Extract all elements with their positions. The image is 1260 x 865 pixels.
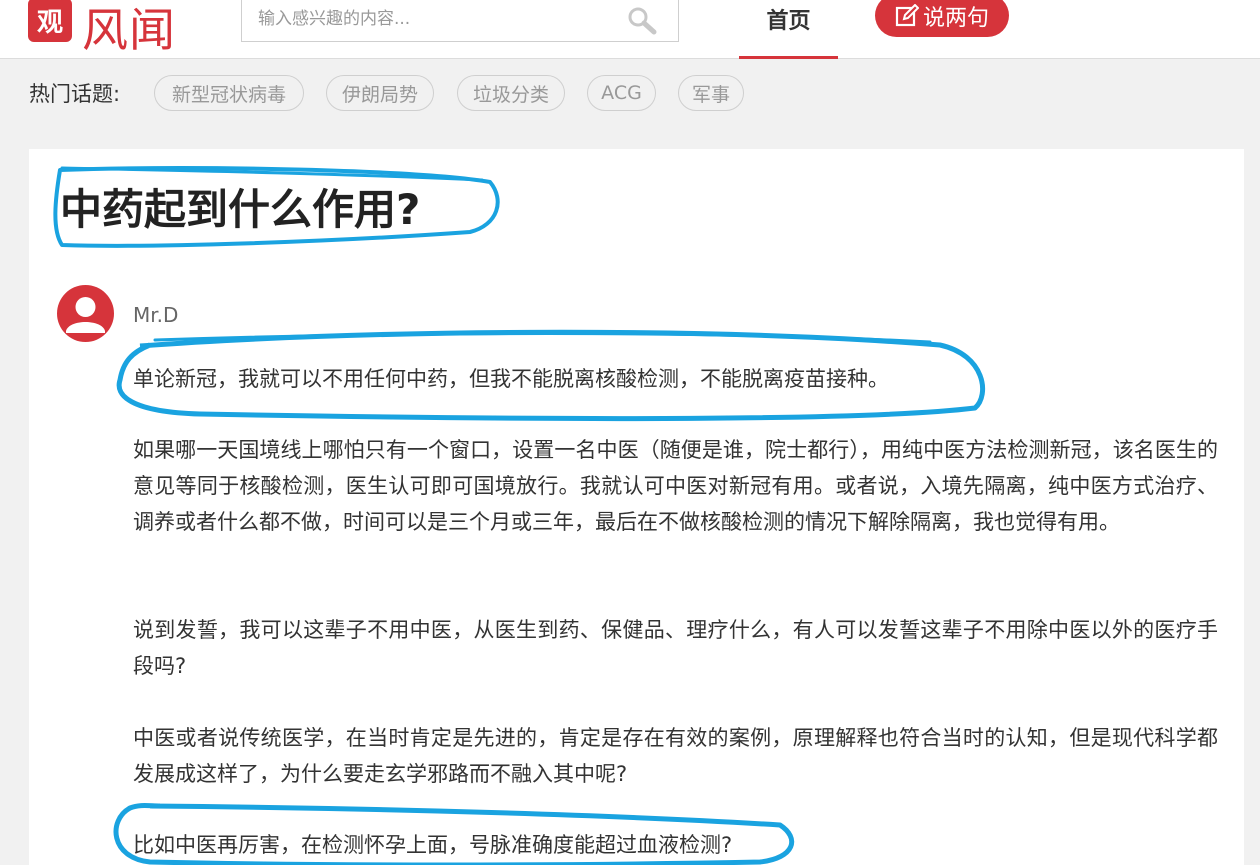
article-title: 中药起到什么作用?: [60, 185, 421, 234]
post-button-label: 说两句: [922, 5, 989, 31]
site-logo-icon[interactable]: 观: [28, 0, 72, 42]
search-icon[interactable]: [626, 5, 658, 35]
topic-tag[interactable]: 军事: [678, 75, 744, 111]
site-name[interactable]: 风闻: [82, 0, 176, 60]
article-paragraph: 单论新冠，我就可以不用任何中药，但我不能脱离核酸检测，不能脱离疫苗接种。: [133, 367, 889, 391]
topic-tag[interactable]: 新型冠状病毒: [154, 75, 304, 111]
hot-topics-label: 热门话题:: [29, 82, 121, 106]
search-input[interactable]: [242, 0, 622, 41]
article-paragraph: 中医或者说传统医学，在当时肯定是先进的，肯定是存在有效的案例，原理解释也符合当时…: [133, 726, 1218, 786]
article-paragraph: 如果哪一天国境线上哪怕只有一个窗口，设置一名中医（随便是谁，院士都行），用纯中医…: [133, 438, 1218, 534]
topic-tag[interactable]: ACG: [587, 75, 656, 111]
author-name[interactable]: Mr.D: [133, 303, 178, 327]
search-box: [241, 0, 679, 42]
top-header: 观 风闻 首页 说两句: [0, 0, 1260, 59]
article-paragraph: 比如中医再厉害，在检测怀孕上面，号脉准确度能超过血液检测?: [133, 833, 733, 857]
nav-home-tab[interactable]: 首页: [739, 0, 838, 59]
article-paragraph: 说到发誓，我可以这辈子不用中医，从医生到药、保健品、理疗什么，有人可以发誓这辈子…: [133, 618, 1218, 678]
topic-tag[interactable]: 伊朗局势: [326, 75, 434, 111]
topic-tag[interactable]: 垃圾分类: [457, 75, 565, 111]
avatar[interactable]: [57, 285, 114, 342]
post-button[interactable]: 说两句: [875, 0, 1009, 37]
edit-icon: [895, 3, 919, 26]
